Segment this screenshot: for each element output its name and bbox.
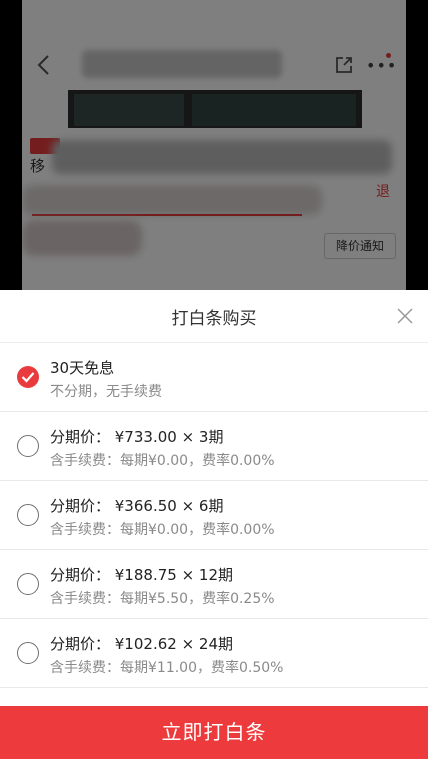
option-price: 分期价： ¥102.62 × 24期 bbox=[50, 635, 233, 653]
option-30-day-interest-free[interactable]: 30天免息 不分期，无手续费 bbox=[0, 343, 428, 412]
option-24-installments[interactable]: 分期价： ¥102.62 × 24期 含手续费：每期¥11.00，费率0.50% bbox=[0, 619, 428, 688]
close-icon[interactable] bbox=[396, 307, 414, 325]
radio-unchecked-icon[interactable] bbox=[17, 642, 39, 664]
option-fee: 含手续费：每期¥0.00，费率0.00% bbox=[50, 522, 275, 538]
option-title: 30天免息 bbox=[50, 359, 115, 377]
installment-sheet: 打白条购买 30天免息 不分期，无手续费 分期价： ¥733.00 × 3期 含… bbox=[0, 290, 428, 759]
radio-unchecked-icon[interactable] bbox=[17, 435, 39, 457]
option-12-installments[interactable]: 分期价： ¥188.75 × 12期 含手续费：每期¥5.50，费率0.25% bbox=[0, 550, 428, 619]
installment-options: 30天免息 不分期，无手续费 分期价： ¥733.00 × 3期 含手续费：每期… bbox=[0, 343, 428, 688]
radio-checked-icon[interactable] bbox=[17, 366, 39, 388]
option-fee: 含手续费：每期¥11.00，费率0.50% bbox=[50, 660, 284, 676]
sheet-header: 打白条购买 bbox=[0, 290, 428, 343]
option-fee: 含手续费：每期¥5.50，费率0.25% bbox=[50, 591, 275, 607]
radio-unchecked-icon[interactable] bbox=[17, 573, 39, 595]
option-fee: 不分期，无手续费 bbox=[50, 384, 162, 400]
radio-unchecked-icon[interactable] bbox=[17, 504, 39, 526]
sheet-title: 打白条购买 bbox=[171, 309, 257, 329]
option-price: 分期价： ¥366.50 × 6期 bbox=[50, 497, 224, 515]
option-price: 分期价： ¥733.00 × 3期 bbox=[50, 428, 224, 446]
dim-overlay[interactable] bbox=[0, 0, 428, 290]
option-price: 分期价： ¥188.75 × 12期 bbox=[50, 566, 233, 584]
submit-baitiao-button[interactable]: 立即打白条 bbox=[0, 706, 428, 759]
option-6-installments[interactable]: 分期价： ¥366.50 × 6期 含手续费：每期¥0.00，费率0.00% bbox=[0, 481, 428, 550]
option-3-installments[interactable]: 分期价： ¥733.00 × 3期 含手续费：每期¥0.00，费率0.00% bbox=[0, 412, 428, 481]
option-fee: 含手续费：每期¥0.00，费率0.00% bbox=[50, 453, 275, 469]
